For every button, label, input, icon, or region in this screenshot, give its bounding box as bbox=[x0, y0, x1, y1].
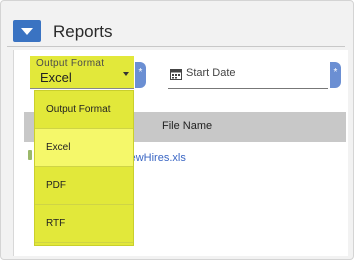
dropdown-option-excel[interactable]: Excel bbox=[35, 129, 133, 167]
output-format-dropdown: Output Format Excel PDF RTF bbox=[34, 90, 134, 246]
start-date-field[interactable]: Start Date bbox=[168, 62, 328, 89]
output-format-select[interactable]: Output Format Excel bbox=[30, 56, 134, 89]
option-label: RTF bbox=[46, 218, 66, 229]
chevron-down-icon bbox=[21, 28, 33, 35]
dropdown-option-pdf[interactable]: PDF bbox=[35, 167, 133, 205]
calendar-icon bbox=[170, 69, 182, 80]
output-format-label: Output Format bbox=[36, 58, 105, 69]
dropdown-option-rtf[interactable]: RTF bbox=[35, 205, 133, 243]
output-format-value: Excel bbox=[40, 70, 72, 85]
file-icon bbox=[28, 150, 32, 160]
option-label: Excel bbox=[46, 142, 71, 153]
page-title: Reports bbox=[53, 22, 113, 41]
reports-header: Reports bbox=[7, 16, 345, 47]
required-indicator: * bbox=[330, 62, 341, 88]
option-label: PDF bbox=[46, 180, 66, 191]
option-label: Output Format bbox=[46, 104, 111, 115]
dropdown-arrow-icon[interactable] bbox=[123, 72, 129, 76]
start-date-label: Start Date bbox=[186, 67, 236, 79]
file-name-column-header[interactable]: File Name bbox=[162, 120, 212, 132]
dropdown-option-output-format[interactable]: Output Format bbox=[35, 91, 133, 129]
collapse-button[interactable] bbox=[13, 20, 41, 42]
required-indicator: * bbox=[135, 62, 146, 88]
